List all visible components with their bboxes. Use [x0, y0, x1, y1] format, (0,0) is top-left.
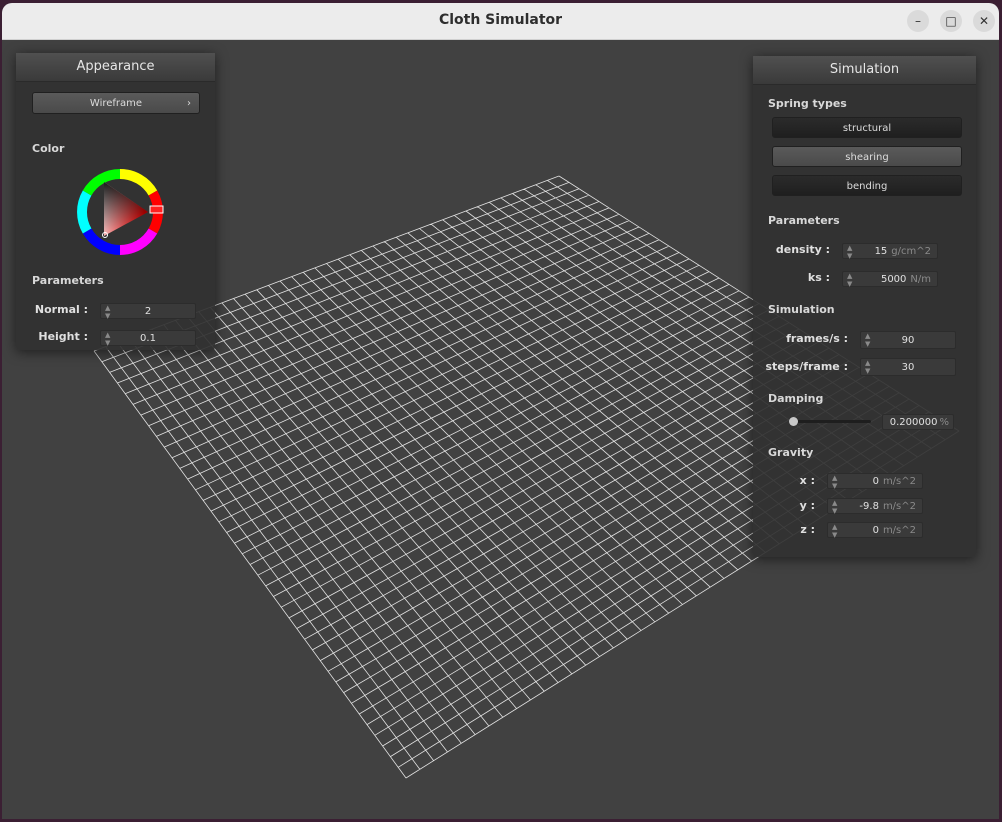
steps-label: steps/frame :	[765, 360, 849, 373]
density-unit: g/cm^2	[891, 246, 931, 257]
gravity-z-label: z :	[800, 523, 815, 536]
ks-value: 5000	[880, 274, 907, 285]
steps-value: 30	[901, 362, 915, 373]
gravity-z-value: 0	[872, 525, 879, 536]
maximize-icon: □	[945, 14, 957, 28]
gravity-y-unit: m/s^2	[882, 501, 916, 512]
color-wheel[interactable]	[74, 166, 166, 258]
app-window: Cloth Simulator – □ ✕ Appearance Wirefra…	[2, 3, 999, 819]
spinner-icon[interactable]: ▲ ▼	[832, 474, 837, 490]
close-icon: ✕	[978, 14, 990, 28]
shader-dropdown[interactable]: Wireframe ›	[32, 92, 200, 114]
saturation-triangle[interactable]	[104, 182, 148, 236]
ks-label: ks :	[807, 271, 830, 284]
fps-input[interactable]: ▲ ▼ 90	[860, 331, 956, 349]
gravity-z-value-group: 0 m/s^2	[873, 523, 916, 539]
spinner-icon[interactable]: ▲ ▼	[832, 499, 837, 515]
shearing-toggle-button[interactable]: shearing	[772, 146, 962, 167]
minimize-icon: –	[915, 14, 921, 28]
hue-marker[interactable]	[149, 205, 164, 214]
close-button[interactable]: ✕	[973, 10, 995, 32]
gravity-x-input[interactable]: ▲ ▼ 0 m/s^2	[827, 473, 923, 490]
appearance-params-label: Parameters	[32, 274, 104, 287]
bending-toggle-button[interactable]: bending	[772, 175, 962, 196]
gravity-z-input[interactable]: ▲ ▼ 0 m/s^2	[827, 522, 923, 539]
gravity-z-unit: m/s^2	[882, 525, 916, 536]
minimize-button[interactable]: –	[907, 10, 929, 32]
shader-dropdown-label: Wireframe	[89, 98, 143, 109]
simulation-panel: Simulation Spring types structural shear…	[753, 56, 976, 557]
density-value-group: 15 g/cm^2	[875, 244, 931, 260]
steps-input[interactable]: ▲ ▼ 30	[860, 358, 956, 376]
normal-input[interactable]: ▲ ▼ 2	[100, 303, 196, 320]
appearance-panel-title[interactable]: Appearance	[16, 53, 215, 82]
fps-label: frames/s :	[786, 332, 848, 345]
spring-types-label: Spring types	[768, 97, 847, 110]
title-bar: Cloth Simulator – □ ✕	[2, 3, 999, 40]
height-input[interactable]: ▲ ▼ 0.1	[100, 330, 196, 347]
height-value: 0.1	[140, 333, 156, 344]
ks-input[interactable]: ▲ ▼ 5000 N/m	[842, 271, 938, 288]
gravity-x-label: x :	[799, 474, 815, 487]
simulation-section-label: Simulation	[768, 303, 835, 316]
spinner-icon[interactable]: ▲ ▼	[847, 244, 852, 260]
gravity-x-unit: m/s^2	[882, 476, 916, 487]
ks-value-group: 5000 N/m	[881, 272, 931, 288]
gravity-y-value-group: -9.8 m/s^2	[859, 499, 916, 515]
structural-toggle-button[interactable]: structural	[772, 117, 962, 138]
density-label: density :	[775, 243, 830, 256]
gravity-label: Gravity	[768, 446, 814, 459]
window-title: Cloth Simulator	[438, 12, 563, 28]
render-viewport[interactable]: Appearance Wireframe › Color Parameters …	[2, 39, 999, 819]
damping-value-group: 0.200000%	[890, 415, 949, 431]
gravity-y-input[interactable]: ▲ ▼ -9.8 m/s^2	[827, 498, 923, 515]
density-value: 15	[874, 246, 888, 257]
damping-slider-handle[interactable]	[789, 417, 798, 426]
gravity-y-value: -9.8	[859, 501, 879, 512]
gravity-x-value-group: 0 m/s^2	[873, 474, 916, 490]
spinner-icon[interactable]: ▲ ▼	[832, 523, 837, 539]
spinner-icon[interactable]: ▲ ▼	[847, 272, 852, 288]
appearance-panel: Appearance Wireframe › Color Parameters …	[16, 53, 215, 350]
maximize-button[interactable]: □	[940, 10, 962, 32]
gravity-x-value: 0	[872, 476, 879, 487]
chevron-right-icon: ›	[187, 98, 191, 109]
ks-unit: N/m	[910, 274, 931, 285]
height-label: Height :	[38, 330, 88, 343]
sim-params-label: Parameters	[768, 214, 840, 227]
damping-label: Damping	[768, 392, 824, 405]
simulation-panel-title[interactable]: Simulation	[753, 56, 976, 85]
normal-value: 2	[144, 306, 152, 317]
damping-slider-track[interactable]	[789, 417, 871, 426]
gravity-y-label: y :	[799, 499, 815, 512]
density-input[interactable]: ▲ ▼ 15 g/cm^2	[842, 243, 938, 260]
normal-label: Normal :	[34, 303, 88, 316]
color-section-label: Color	[32, 142, 65, 155]
damping-input[interactable]: 0.200000%	[882, 414, 954, 430]
damping-value: 0.200000	[889, 417, 938, 428]
fps-value: 90	[901, 335, 915, 346]
damping-unit: %	[939, 417, 949, 428]
